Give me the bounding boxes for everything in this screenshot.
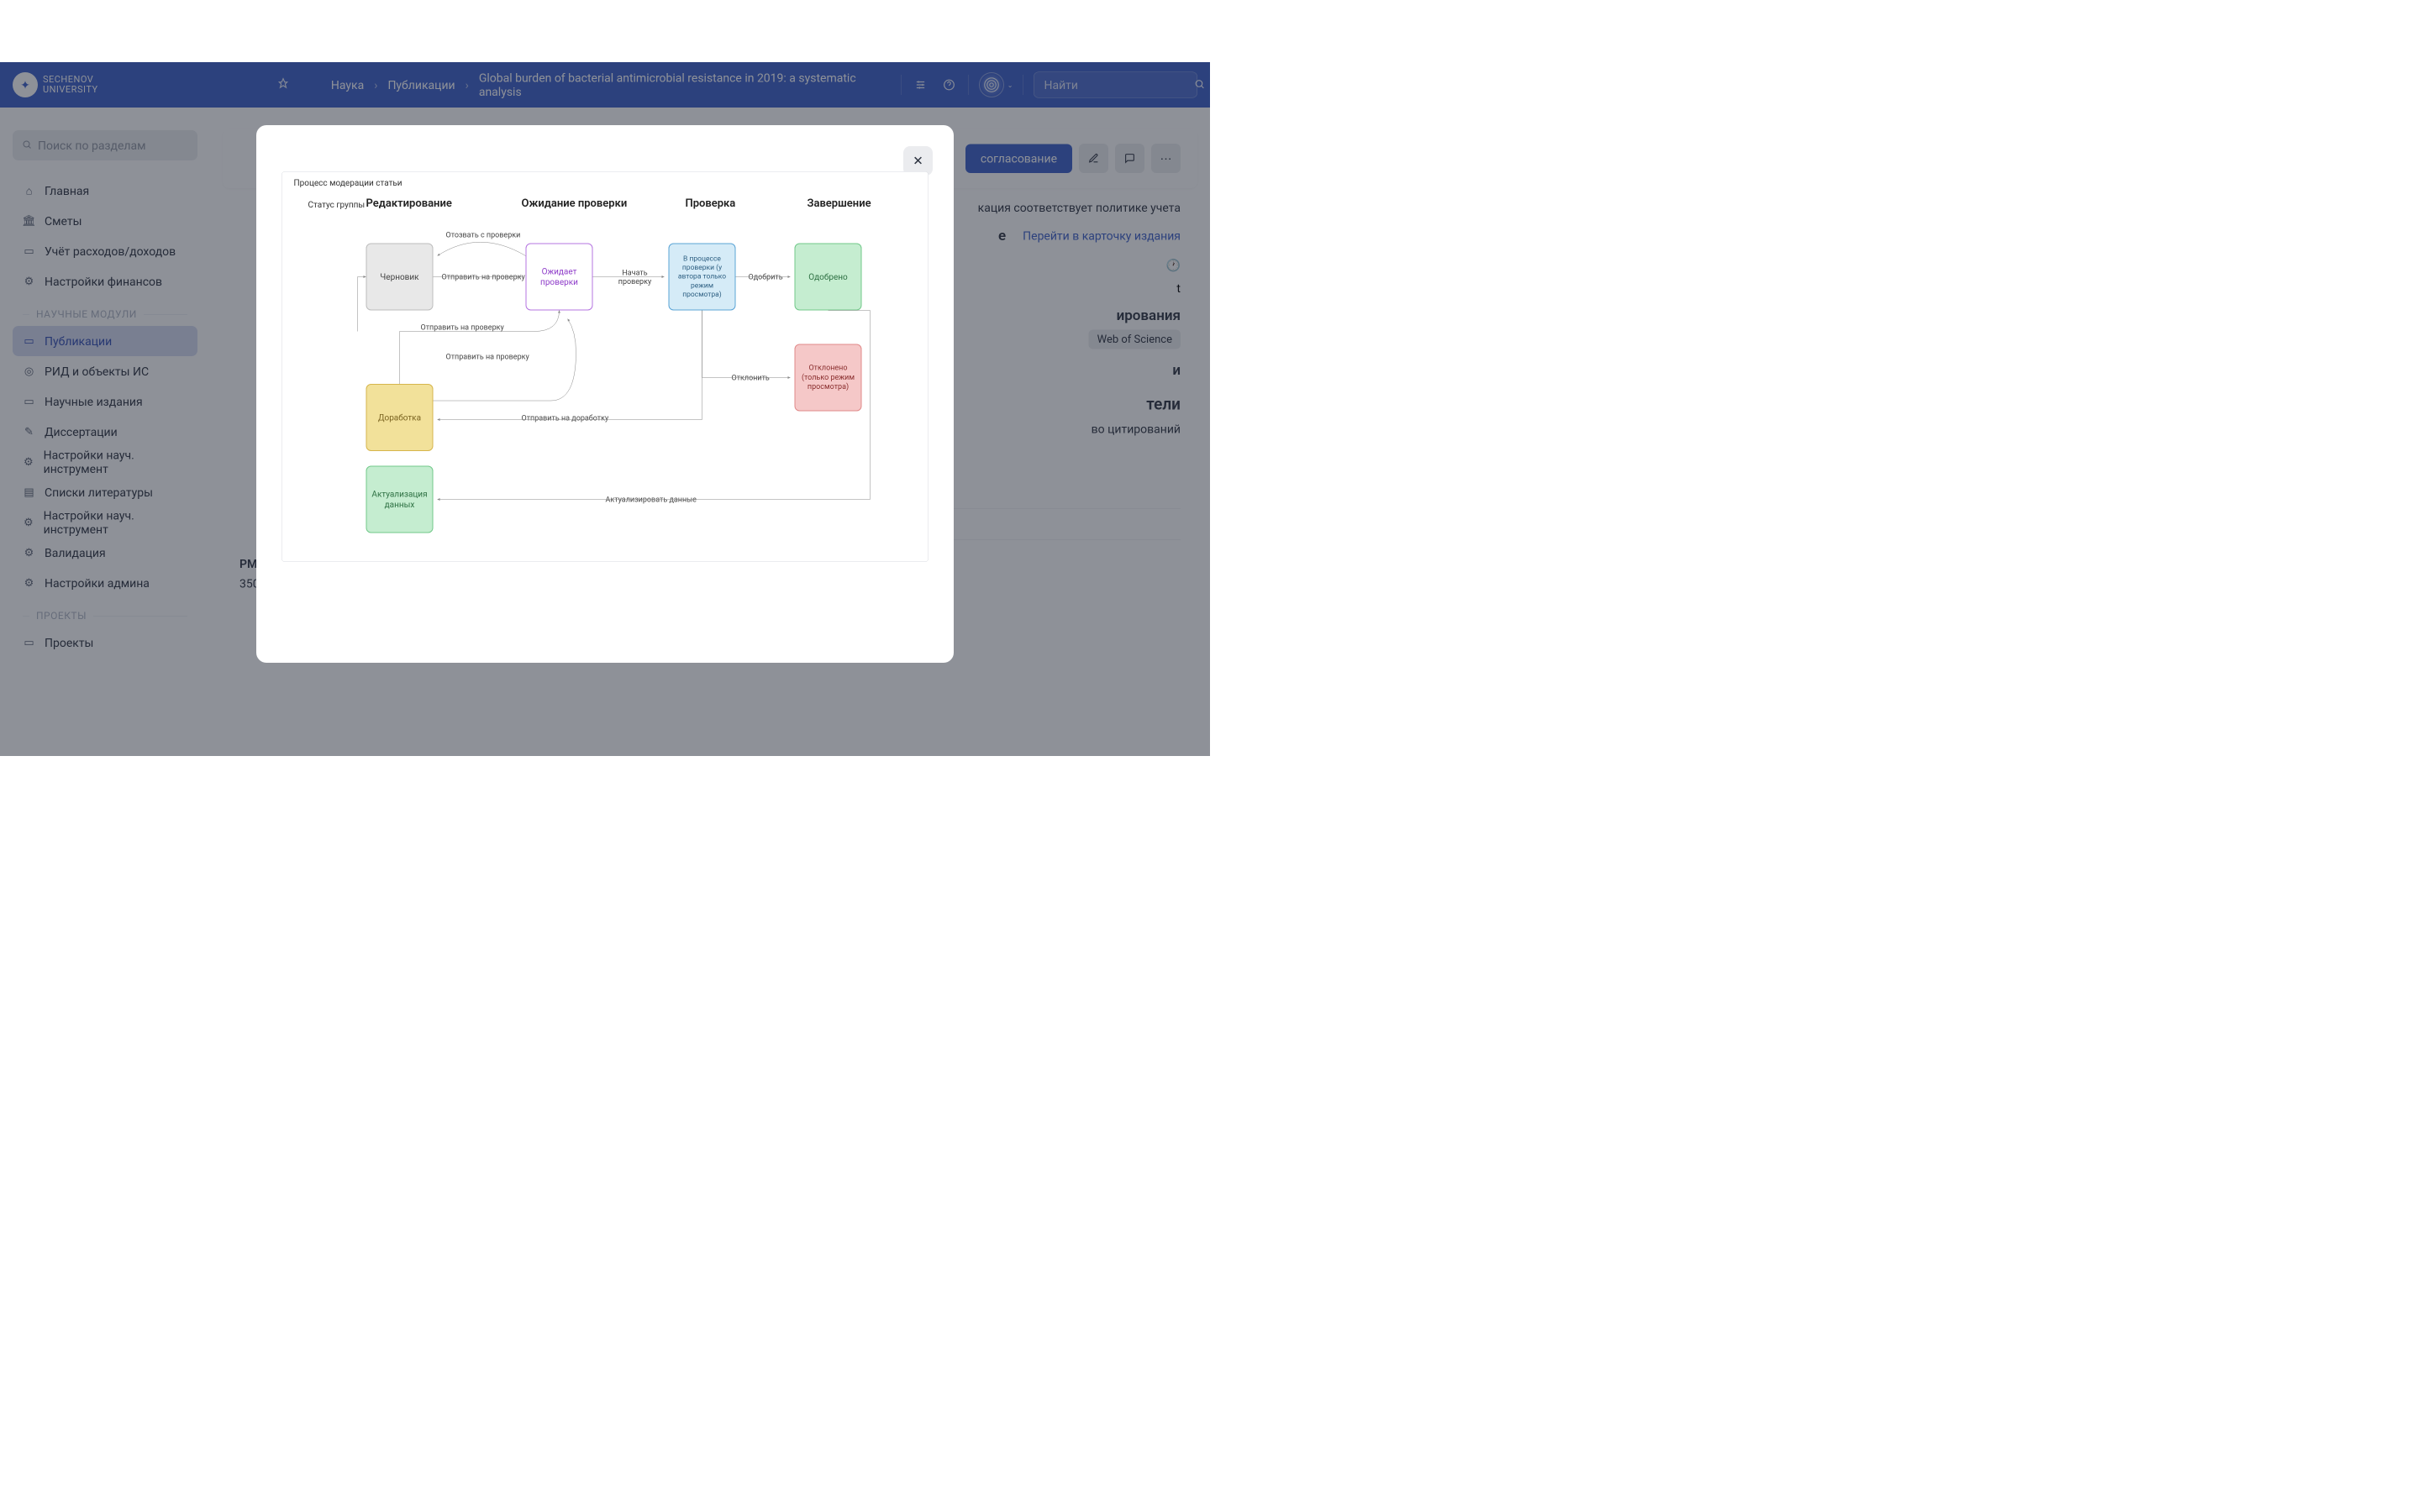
diagram-col-editing: Редактирование <box>366 197 452 210</box>
diagram-col-review: Проверка <box>686 197 736 210</box>
modal-backdrop[interactable]: ✕ Процесс модерации статьи Статус группы… <box>0 62 1210 756</box>
diagram-group-label: Статус группы <box>308 200 366 210</box>
arrow-send-review: Отправить на проверку <box>442 273 525 282</box>
box-rejected: Отклонено (только режим просмотра) <box>795 344 862 412</box>
diagram-col-completion: Завершение <box>808 197 871 210</box>
arrow-recall: Отозвать с проверки <box>446 231 521 240</box>
diagram-modal: ✕ Процесс модерации статьи Статус группы… <box>256 125 954 663</box>
box-approved: Одобрено <box>795 244 862 311</box>
arrow-send-review-3: Отправить на проверку <box>446 353 529 362</box>
diagram-process-label: Процесс модерации статьи <box>294 178 402 188</box>
arrow-send-rework: Отправить на доработку <box>522 414 609 423</box>
arrow-send-review-2: Отправить на проверку <box>421 323 504 333</box>
diagram-col-awaiting: Ожидание проверки <box>522 197 628 210</box>
box-draft: Черновик <box>366 244 434 311</box>
browser-chrome <box>0 0 1210 62</box>
arrow-start-review: Начать проверку <box>610 269 660 286</box>
moderation-diagram: Процесс модерации статьи Статус группы Р… <box>281 171 929 562</box>
box-rework: Доработка <box>366 384 434 451</box>
box-update: Актуализация данных <box>366 466 434 533</box>
box-in-review: В процессе проверки (у автора только реж… <box>669 244 736 311</box>
arrow-approve: Одобрить <box>749 273 783 282</box>
arrow-actualize: Актуализировать данные <box>606 496 697 505</box>
box-awaiting: Ожидает проверки <box>526 244 593 311</box>
arrow-reject: Отклонить <box>732 374 770 383</box>
